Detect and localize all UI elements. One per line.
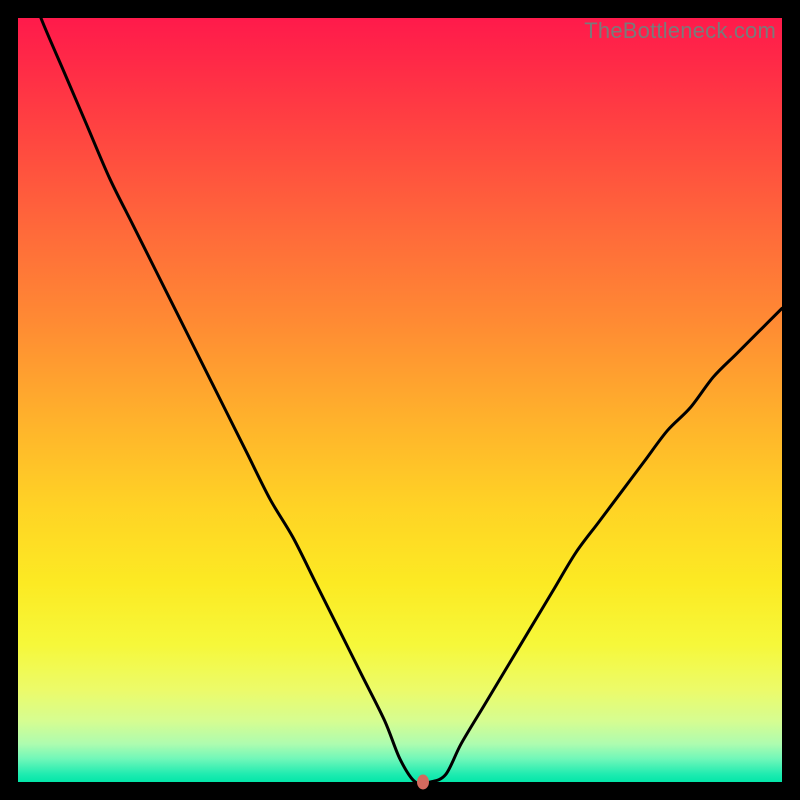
chart-frame: TheBottleneck.com bbox=[18, 18, 782, 782]
optimal-point-marker bbox=[417, 775, 429, 790]
bottleneck-curve bbox=[18, 18, 782, 782]
